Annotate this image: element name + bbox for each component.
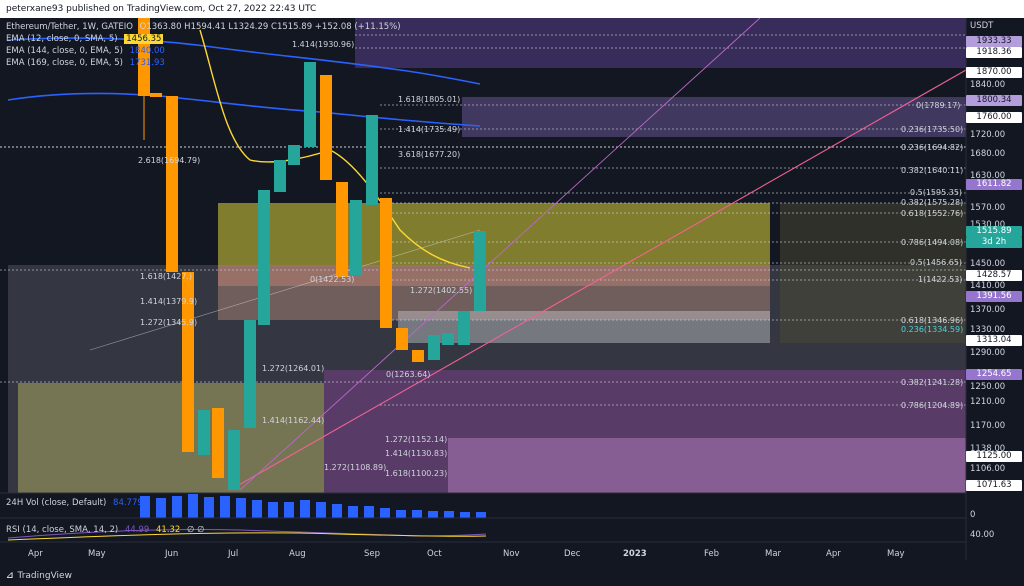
price-tag: 1933.33 [966, 36, 1022, 47]
time-tick: Apr [826, 549, 841, 559]
fib-label: 1.272(1402.55) [410, 286, 473, 295]
price-tag: 1313.04 [966, 335, 1022, 346]
axis-tick: 1170.00 [970, 421, 1006, 431]
fib-label: 1(1422.53) [918, 275, 963, 284]
volume-value: 84.779M [113, 498, 151, 508]
time-tick: Feb [704, 549, 720, 559]
fib-label: 1.272(1108.89) [324, 463, 387, 472]
price-tag: 1071.63 [966, 480, 1022, 491]
time-tick: May [88, 549, 106, 559]
price-tag: 1428.57 [966, 270, 1022, 281]
fib-label: 0.786(1204.89) [901, 401, 964, 410]
price-tag: 1870.00 [966, 67, 1022, 78]
time-tick: Apr [28, 549, 43, 559]
price-tag: 1611.82 [966, 179, 1022, 190]
axis-tick: 1370.00 [970, 305, 1006, 315]
ema169-legend[interactable]: EMA (169, close, 0, EMA, 5) 1731.93 [6, 58, 165, 69]
fib-label: 0(1422.53) [310, 275, 355, 284]
published-text: peterxane93 published on TradingView.com… [6, 4, 317, 14]
time-tick: Jun [165, 549, 179, 559]
price-tag: 1391.56 [966, 291, 1022, 302]
fib-label: 0.5(1456.65) [910, 258, 963, 267]
fib-label: 1.414(1130.83) [385, 449, 448, 458]
symbol-legend[interactable]: Ethereum/Tether, 1W, GATEIO O1363.80 H15… [6, 22, 401, 33]
fib-label: 2.618(1694.79) [138, 156, 201, 165]
time-tick: Sep [364, 549, 381, 559]
footer: ⊿ TradingView [0, 566, 1024, 586]
ema12-value: 1456.35 [124, 34, 164, 44]
fib-label: 1.618(1427.) [140, 272, 193, 281]
price-tag: 1125.00 [966, 451, 1022, 462]
fib-label: 0.382(1241.28) [901, 378, 964, 387]
ema12-label: EMA (12, close, 0, SMA, 5) [6, 34, 118, 44]
fib-label: 0(1263.64) [386, 370, 431, 379]
axis-tick: 40.00 [970, 530, 995, 540]
fib-label: 0.786(1494.08) [901, 238, 964, 247]
ohlc-values: O1363.80 H1594.41 L1324.29 C1515.89 +152… [139, 22, 401, 32]
volume-legend[interactable]: 24H Vol (close, Default) 84.779M [6, 498, 150, 509]
current-price-tag: 1515.89 [966, 226, 1022, 237]
rsi-value-1: 44.99 [124, 525, 150, 535]
ema12-legend[interactable]: EMA (12, close, 0, SMA, 5) 1456.35 [6, 34, 164, 45]
ema144-value: 1840.00 [129, 46, 165, 56]
volume-label: 24H Vol (close, Default) [6, 498, 107, 508]
ema144-legend[interactable]: EMA (144, close, 0, EMA, 5) 1840.00 [6, 46, 165, 57]
time-tick: Dec [564, 549, 581, 559]
axis-tick: 1290.00 [970, 348, 1006, 358]
fib-label: 0.236(1694.82) [901, 143, 964, 152]
axis-tick: 1720.00 [970, 130, 1006, 140]
time-tick: Nov [503, 549, 520, 559]
fib-label: 1.618(1805.01) [398, 95, 461, 104]
axis-tick: 0 [970, 510, 976, 520]
rsi-label: RSI (14, close, SMA, 14, 2) [6, 525, 119, 535]
axis-tick: 1210.00 [970, 397, 1006, 407]
fib-label: 0.5(1595.35) [910, 188, 963, 197]
fib-label: 0.382(1640.11) [901, 166, 964, 175]
brand-name: TradingView [17, 571, 72, 581]
time-tick: May [887, 549, 905, 559]
publisher-bar: peterxane93 published on TradingView.com… [0, 0, 1024, 18]
price-tag: 1800.34 [966, 95, 1022, 106]
fib-label: 3.618(1677.20) [398, 150, 461, 159]
axis-tick: 1106.00 [970, 464, 1006, 474]
fib-label: 1.414(1162.44) [262, 416, 325, 425]
time-tick: Jul [228, 549, 239, 559]
price-tag: 1254.65 [966, 369, 1022, 380]
fib-label: 0.236(1735.50) [901, 125, 964, 134]
fib-label: 1.414(1930.96) [292, 40, 355, 49]
axis-tick: 1250.00 [970, 382, 1006, 392]
symbol-title: Ethereum/Tether, 1W, GATEIO [6, 22, 133, 32]
tradingview-logo-icon: ⊿ [6, 571, 14, 581]
rsi-value-2: 41.32 [156, 525, 181, 535]
rsi-legend[interactable]: RSI (14, close, SMA, 14, 2) 44.99 41.32 … [6, 525, 205, 536]
fib-label: 1.618(1100.23) [385, 469, 448, 478]
time-tick: Oct [427, 549, 442, 559]
time-tick: Mar [765, 549, 782, 559]
axis-tick: 1570.00 [970, 203, 1006, 213]
ema144-label: EMA (144, close, 0, EMA, 5) [6, 46, 123, 56]
fib-label: 1.272(1264.01) [262, 364, 325, 373]
fib-label: 1.414(1735.49) [398, 125, 461, 134]
fib-label: 1.414(1379.9) [140, 297, 198, 306]
axis-tick: 1840.00 [970, 80, 1006, 90]
ema169-label: EMA (169, close, 0, EMA, 5) [6, 58, 123, 68]
fib-label: 1.272(1152.14) [385, 435, 448, 444]
countdown-tag: 3d 2h [966, 237, 1022, 248]
axis-tick: 1680.00 [970, 149, 1006, 159]
axis-tick: 1450.00 [970, 259, 1006, 269]
time-tick: Aug [289, 549, 306, 559]
rsi-symbols: ∅ ∅ [187, 525, 205, 535]
price-tag: 1918.36 [966, 47, 1022, 58]
fib-label: 0(1789.17) [916, 101, 961, 110]
price-tag: 1760.00 [966, 112, 1022, 123]
fib-label: 1.272(1345.9) [140, 318, 198, 327]
ema169-value: 1731.93 [129, 58, 165, 68]
axis-currency: USDT [970, 21, 994, 31]
fib-label: 0.236(1334.59) [901, 325, 964, 334]
fib-label: 0.382(1575.28) [901, 198, 964, 207]
price-chart[interactable] [0, 0, 1024, 586]
time-tick: 2023 [623, 549, 647, 559]
fib-label: 0.618(1552.76) [901, 209, 964, 218]
